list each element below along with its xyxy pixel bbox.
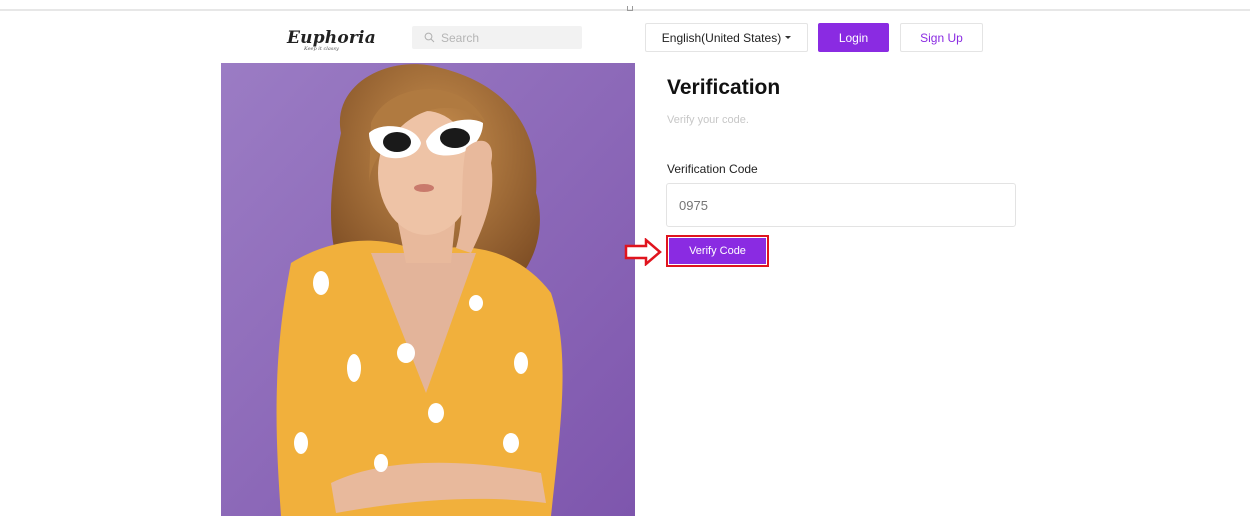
woman-portrait-illustration: [221, 63, 635, 516]
arrow-right-icon: [624, 238, 662, 266]
divider-mark: [627, 6, 633, 11]
login-button[interactable]: Login: [818, 23, 889, 52]
verification-code-label: Verification Code: [667, 162, 758, 176]
language-label: English(United States): [661, 30, 782, 45]
logo-tagline: Keep it classy: [304, 46, 339, 52]
verify-highlight: Verify Code: [666, 235, 769, 267]
logo[interactable]: Euphoria Keep it classy: [287, 28, 376, 54]
search-input[interactable]: [441, 30, 561, 45]
page-title: Verification: [667, 76, 781, 99]
search-icon: [424, 32, 435, 43]
search-box[interactable]: [412, 26, 582, 49]
top-divider: [0, 9, 1250, 11]
signup-button[interactable]: Sign Up: [900, 23, 983, 52]
verification-code-input[interactable]: [666, 183, 1016, 227]
page-subtitle: Verify your code.: [667, 114, 749, 126]
verify-code-button[interactable]: Verify Code: [669, 238, 766, 264]
hero-image: [221, 63, 635, 516]
logo-wordmark: Euphoria: [287, 28, 376, 48]
caret-down-icon: [785, 36, 792, 39]
language-dropdown[interactable]: English(United States): [645, 23, 808, 52]
